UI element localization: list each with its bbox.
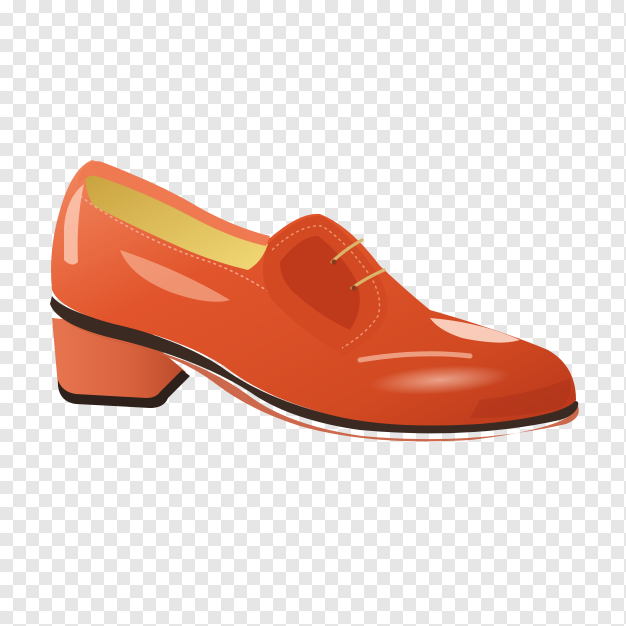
transparency-background: [0, 0, 626, 626]
shoe-illustration: [50, 160, 579, 442]
eyelet-1: [331, 259, 337, 265]
eyelet-2: [351, 285, 357, 291]
